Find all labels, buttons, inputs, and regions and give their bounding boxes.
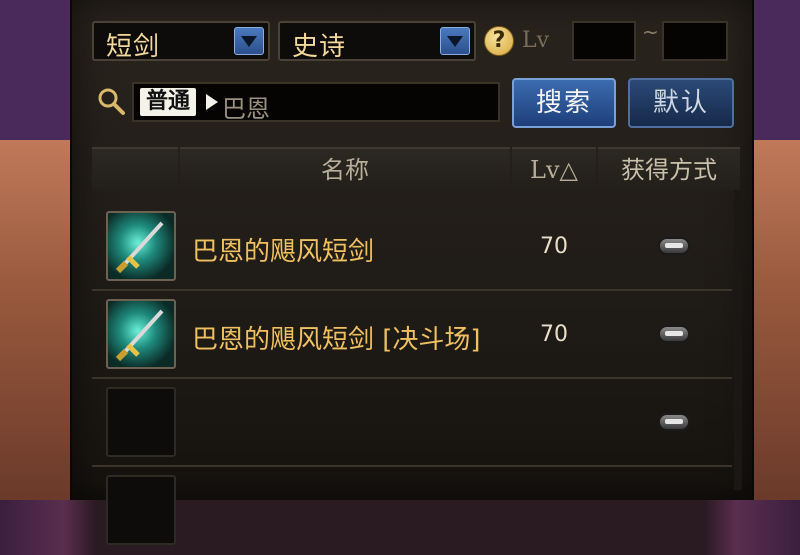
column-header-level[interactable]: Lv△ <box>512 147 596 191</box>
default-button[interactable]: 默认 <box>628 78 734 128</box>
weapon-type-value: 短剑 <box>106 32 161 62</box>
level-range-separator: ~ <box>642 20 659 44</box>
table-row[interactable] <box>92 469 732 555</box>
chevron-down-icon[interactable] <box>234 27 264 55</box>
acquire-toggle-icon[interactable] <box>658 325 690 343</box>
table-row[interactable] <box>92 381 732 467</box>
level-max-input[interactable] <box>662 21 728 61</box>
level-label: Lv <box>522 28 550 53</box>
dagger-icon <box>106 299 176 369</box>
item-name: 巴恩的飓风短剑 <box>192 237 375 267</box>
tag-arrow-icon <box>206 94 218 110</box>
background-left-decoration <box>0 140 80 500</box>
chevron-down-icon[interactable] <box>440 27 470 55</box>
scrollbar[interactable] <box>734 190 742 490</box>
empty-slot-icon <box>106 475 176 545</box>
column-header-acquire[interactable]: 获得方式 <box>598 147 740 191</box>
table-row[interactable]: 巴恩的飓风短剑 70 <box>92 205 732 291</box>
level-min-input[interactable] <box>572 21 636 61</box>
search-scope-tag[interactable]: 普通 <box>140 88 197 116</box>
table-row[interactable]: 巴恩的飓风短剑 [决斗场] 70 <box>92 293 732 379</box>
empty-slot-icon <box>106 387 176 457</box>
item-name: 巴恩的飓风短剑 [决斗场] <box>192 325 481 355</box>
column-header-icon <box>92 147 178 191</box>
dagger-icon <box>106 211 176 281</box>
item-search-window: 短剑 史诗 ? Lv ~ 普通 巴恩 搜索 默认 名称 Lv△ 获得方式 巴恩的… <box>70 0 754 545</box>
help-icon[interactable]: ? <box>484 26 514 56</box>
search-button[interactable]: 搜索 <box>512 78 616 128</box>
background-left-top <box>0 0 80 140</box>
search-query-text: 巴恩 <box>222 95 270 123</box>
column-header-name[interactable]: 名称 <box>180 147 510 191</box>
acquire-toggle-icon[interactable] <box>658 413 690 431</box>
search-icon <box>98 88 125 115</box>
rarity-select[interactable]: 史诗 <box>278 21 476 62</box>
acquire-toggle-icon[interactable] <box>658 237 690 255</box>
rarity-value: 史诗 <box>292 32 347 62</box>
results-table-header: 名称 Lv△ 获得方式 <box>92 147 740 191</box>
weapon-type-select[interactable]: 短剑 <box>92 21 270 62</box>
item-level: 70 <box>540 322 568 347</box>
item-level: 70 <box>540 234 568 259</box>
search-input[interactable]: 普通 巴恩 <box>132 82 500 123</box>
